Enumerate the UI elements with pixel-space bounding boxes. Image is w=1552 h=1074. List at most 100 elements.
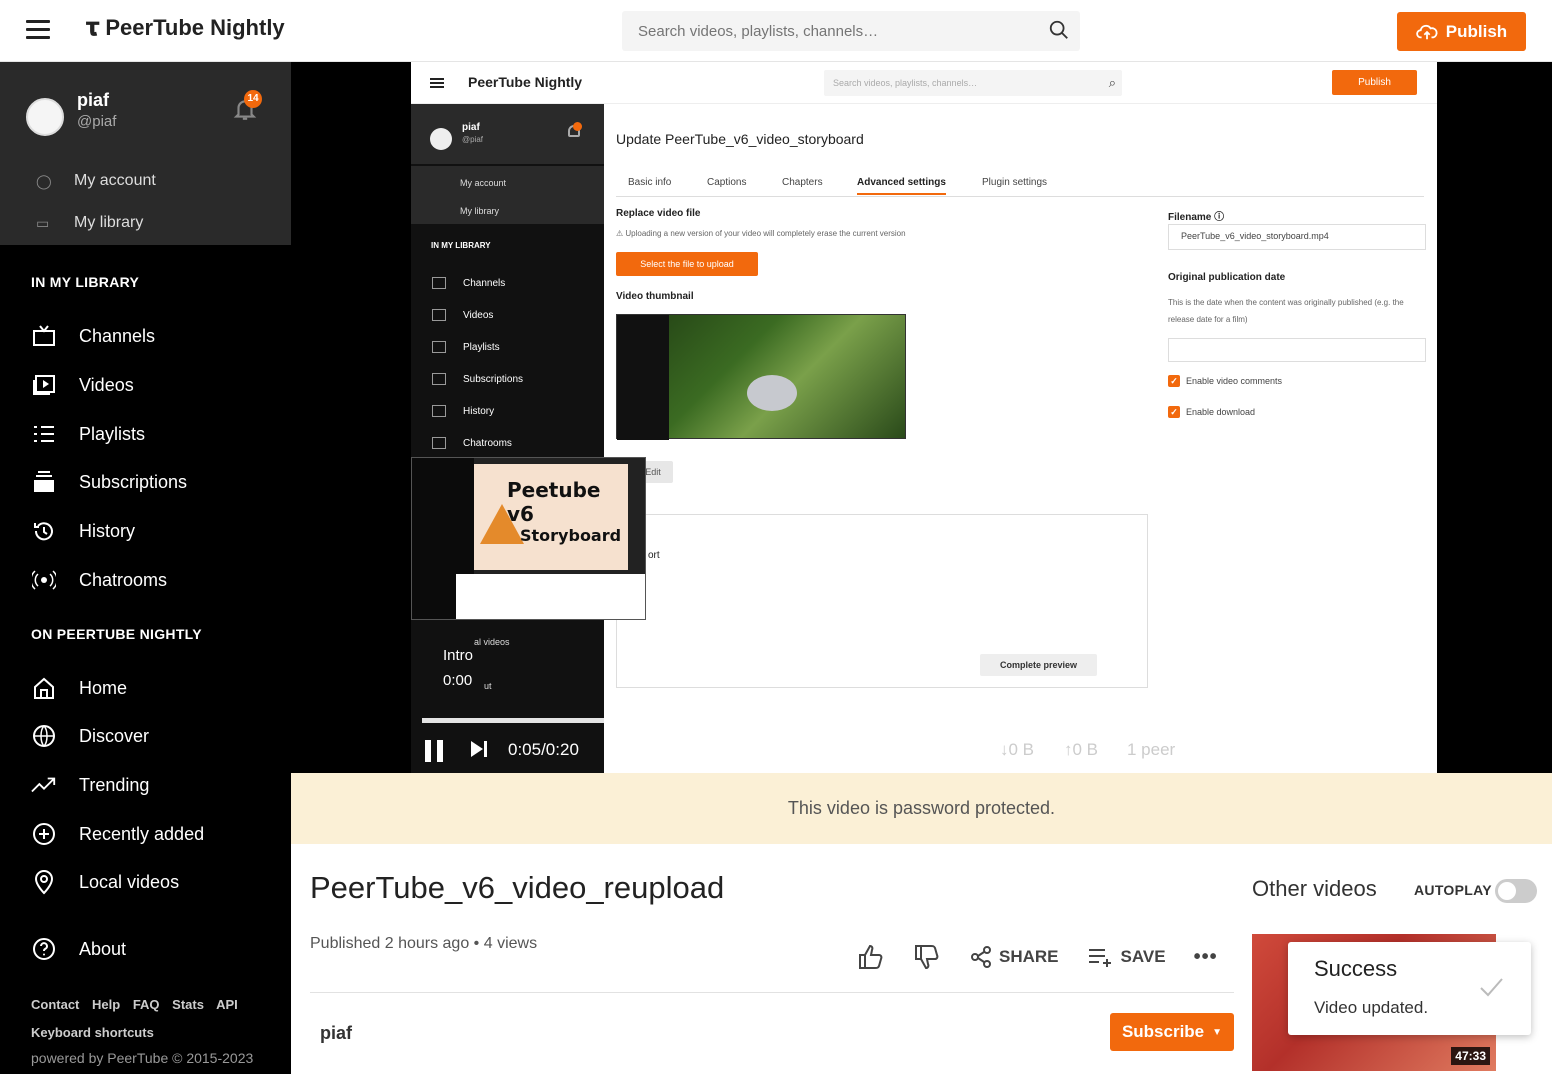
footer-links: Contact Help FAQ Stats API: [31, 997, 247, 1012]
user-name[interactable]: piaf: [77, 90, 109, 111]
frame-menu-icon: [430, 78, 444, 88]
gear-icon: [1299, 741, 1319, 761]
pause-icon: [425, 740, 443, 762]
channel-name[interactable]: piaf: [320, 1023, 352, 1044]
sidebar-item-subscriptions[interactable]: Subscriptions: [0, 460, 291, 504]
sidebar-item-discover[interactable]: Discover: [0, 714, 291, 758]
sidebar-item-local-videos[interactable]: Local videos: [0, 860, 291, 904]
footer-link-api[interactable]: API: [216, 997, 238, 1012]
time-display: 0:05/0:20: [508, 740, 579, 759]
upload-stat: ↑ 0 B: [1064, 740, 1099, 759]
sidebar-item-my-library[interactable]: ▭ My library: [0, 203, 291, 243]
share-button[interactable]: SHARE: [969, 945, 1059, 969]
sidebar-item-label: Home: [79, 677, 128, 698]
other-videos-title: Other videos: [1252, 876, 1377, 901]
frame-nav-videos: Videos: [432, 309, 493, 321]
user-handle: @piaf: [77, 113, 117, 130]
sidebar-item-home[interactable]: Home: [0, 666, 291, 710]
autoplay-toggle[interactable]: [1495, 879, 1537, 903]
frame-select-file-button: Select the file to upload: [616, 252, 758, 276]
frame-filename-input: PeerTube_v6_video_storyboard.mp4: [1168, 224, 1426, 250]
frame-nav-chatrooms: Chatrooms: [432, 437, 512, 449]
sidebar-item-about[interactable]: About: [0, 927, 291, 971]
like-button[interactable]: [857, 943, 885, 971]
theater-mode-button[interactable]: [1340, 738, 1372, 760]
footer-link-contact[interactable]: Contact: [31, 997, 79, 1012]
frame-nav-playlists: Playlists: [432, 341, 500, 353]
frame-enable-comments: ✓ Enable video comments: [1168, 375, 1282, 387]
frame-my-library: My library: [460, 206, 500, 216]
skip-next-icon: [471, 741, 487, 757]
footer-link-help[interactable]: Help: [92, 997, 120, 1012]
player-controls: 0:05/0:20 ↓ 0 B ↑ 0 B 1 peer: [422, 732, 1415, 768]
frame-sidebar: piaf @piaf My account My library IN MY L…: [411, 104, 604, 773]
sidebar-item-my-account[interactable]: ◯ My account: [0, 161, 291, 201]
frame-search: Search videos, playlists, channels… ⌕: [824, 70, 1122, 96]
frame-notification-badge: [573, 122, 582, 131]
powered-by: powered by PeerTube © 2015-2023: [31, 1050, 254, 1066]
thumbs-up-icon: [859, 944, 883, 969]
sidebar-item-label: My library: [74, 214, 144, 231]
sidebar-item-recently-added[interactable]: Recently added: [0, 812, 291, 856]
frame-thumbnail-label: Video thumbnail: [616, 291, 694, 302]
save-button[interactable]: SAVE: [1087, 945, 1166, 969]
playlists-icon: [31, 421, 57, 447]
sidebar-item-label: Chatrooms: [79, 569, 168, 590]
sidebar-item-chatrooms[interactable]: Chatrooms: [0, 558, 291, 602]
search-icon[interactable]: [1048, 19, 1070, 41]
publish-label: Publish: [1445, 21, 1508, 41]
progress-played: [422, 718, 671, 723]
video-player[interactable]: PeerTube Nightly Search videos, playlist…: [291, 62, 1552, 773]
playlist-add-icon: [1088, 949, 1111, 967]
frame-complete-preview: Complete preview: [980, 654, 1097, 676]
avatar[interactable]: [26, 98, 64, 136]
app-logo[interactable]: 𝛕 PeerTube Nightly: [86, 14, 285, 42]
resolution-indicator[interactable]: [1248, 738, 1278, 758]
sidebar-item-videos[interactable]: Videos: [0, 363, 291, 407]
frame-library-section: IN MY LIBRARY: [431, 241, 491, 250]
user-block: piaf @piaf 14 ◯ My account ▭ My library: [0, 62, 291, 245]
settings-button[interactable]: [1296, 738, 1322, 764]
dislike-button[interactable]: [913, 943, 941, 971]
sidebar-item-playlists[interactable]: Playlists: [0, 412, 291, 456]
frame-avatar: [430, 128, 452, 150]
search-input[interactable]: [622, 11, 1022, 51]
app-name: PeerTube Nightly: [105, 15, 285, 40]
chevron-down-icon: ▼: [1212, 1026, 1223, 1038]
frame-replace-label: Replace video file: [616, 208, 701, 219]
frame-nav-subscriptions: Subscriptions: [432, 373, 523, 385]
location-icon: [31, 869, 57, 895]
next-button[interactable]: [468, 738, 490, 760]
sidebar-item-history[interactable]: History: [0, 509, 291, 553]
footer-link-faq[interactable]: FAQ: [133, 997, 160, 1012]
frame-user: piaf @piaf: [411, 104, 604, 164]
frame-user-name: piaf: [462, 122, 480, 133]
frame-app-name: PeerTube Nightly: [468, 74, 583, 90]
frame-pubdate-label: Original publication date: [1168, 272, 1286, 283]
section-title-site: ON PEERTUBE NIGHTLY: [31, 626, 202, 642]
frame-local-videos: al videos: [474, 637, 510, 647]
pause-button[interactable]: [422, 738, 448, 764]
upload-cloud-icon: [1416, 24, 1438, 39]
sidebar: piaf @piaf 14 ◯ My account ▭ My library IN…: [0, 62, 291, 1074]
fullscreen-button[interactable]: [1384, 738, 1416, 762]
more-options-button[interactable]: •••: [1194, 946, 1218, 969]
frame-pubdate-input: [1168, 338, 1426, 362]
bird-image: [747, 375, 797, 411]
sidebar-item-trending[interactable]: Trending: [0, 763, 291, 807]
peers-stat: 1 peer: [1127, 740, 1176, 759]
keyboard-shortcuts-link[interactable]: Keyboard shortcuts: [31, 1025, 154, 1040]
section-title-library: IN MY LIBRARY: [31, 274, 140, 290]
user-icon: ◯: [36, 172, 52, 189]
subscribe-button[interactable]: Subscribe ▼: [1110, 1013, 1234, 1051]
password-protected-banner: This video is password protected.: [291, 773, 1552, 844]
publish-button[interactable]: Publish: [1397, 12, 1526, 51]
frame-tab-chapters: Chapters: [782, 177, 823, 188]
volume-button[interactable]: [1212, 738, 1242, 762]
progress-bar[interactable]: [422, 715, 1415, 726]
sidebar-item-label: About: [79, 938, 127, 959]
sidebar-item-channels[interactable]: Channels: [0, 314, 291, 358]
video-title: PeerTube_v6_video_reupload: [310, 870, 725, 905]
footer-link-stats[interactable]: Stats: [172, 997, 204, 1012]
menu-icon[interactable]: [26, 20, 50, 40]
